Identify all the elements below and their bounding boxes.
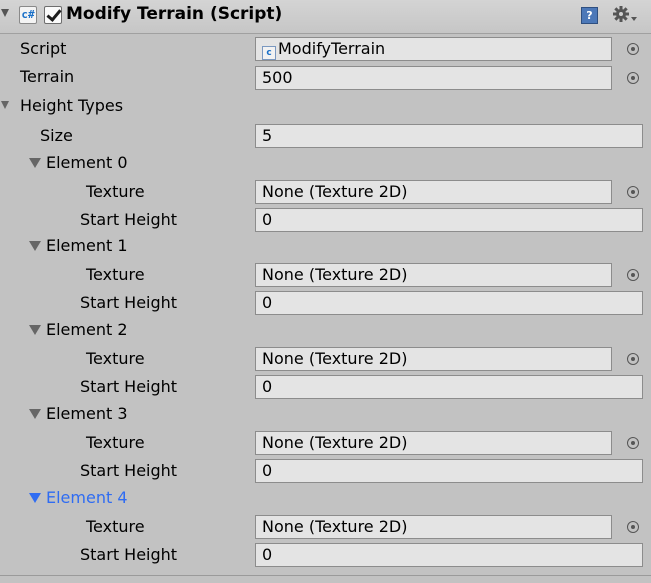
start-height-label: Start Height	[80, 210, 178, 229]
foldout-arrow-icon[interactable]	[1, 101, 9, 109]
texture-label: Texture	[86, 265, 145, 284]
script-value: ModifyTerrain	[278, 39, 386, 58]
script-file-icon: c	[262, 46, 276, 60]
element-label[interactable]: Element 3	[46, 404, 128, 424]
foldout-arrow-icon[interactable]	[29, 241, 41, 251]
foldout-arrow-icon[interactable]	[29, 158, 41, 168]
object-picker-icon[interactable]	[627, 353, 640, 366]
script-icon: c#	[19, 6, 37, 24]
element-label[interactable]: Element 1	[46, 236, 128, 256]
object-picker-icon[interactable]	[627, 43, 640, 56]
help-icon[interactable]: ?	[581, 7, 598, 24]
start-height-field[interactable]: 0	[255, 375, 643, 399]
object-picker-icon[interactable]	[627, 269, 640, 282]
enable-checkbox[interactable]	[44, 6, 62, 24]
texture-field[interactable]: None (Texture 2D)	[255, 347, 612, 371]
element-label-selected[interactable]: Element 4	[46, 488, 128, 508]
size-label: Size	[40, 126, 73, 145]
start-height-label: Start Height	[80, 293, 178, 312]
texture-label: Texture	[86, 182, 145, 201]
texture-label: Texture	[86, 349, 145, 368]
object-picker-icon[interactable]	[627, 437, 640, 450]
gear-icon[interactable]	[612, 4, 638, 26]
object-picker-icon[interactable]	[627, 521, 640, 534]
script-field[interactable]: c ModifyTerrain	[255, 37, 612, 61]
start-height-label: Start Height	[80, 377, 178, 396]
texture-field[interactable]: None (Texture 2D)	[255, 180, 612, 204]
start-height-label: Start Height	[80, 545, 178, 564]
foldout-arrow-icon[interactable]	[29, 493, 41, 503]
script-label: Script	[20, 39, 67, 58]
size-field[interactable]: 5	[255, 124, 643, 148]
inspector-panel: c# Modify Terrain (Script) ? Script c Mod…	[0, 0, 651, 583]
component-header[interactable]: c# Modify Terrain (Script) ?	[0, 0, 651, 34]
texture-label: Texture	[86, 433, 145, 452]
texture-field[interactable]: None (Texture 2D)	[255, 431, 612, 455]
component-title: Modify Terrain (Script)	[66, 4, 283, 24]
terrain-field[interactable]: 500	[255, 66, 612, 90]
divider	[0, 575, 651, 576]
start-height-field[interactable]: 0	[255, 459, 643, 483]
texture-field[interactable]: None (Texture 2D)	[255, 263, 612, 287]
element-label[interactable]: Element 2	[46, 320, 128, 340]
texture-label: Texture	[86, 517, 145, 536]
start-height-label: Start Height	[80, 461, 178, 480]
object-picker-icon[interactable]	[627, 186, 640, 199]
start-height-field[interactable]: 0	[255, 208, 643, 232]
foldout-arrow-icon[interactable]	[29, 325, 41, 335]
foldout-arrow-icon[interactable]	[29, 409, 41, 419]
object-picker-icon[interactable]	[627, 72, 640, 85]
height-types-label[interactable]: Height Types	[20, 96, 123, 116]
start-height-field[interactable]: 0	[255, 291, 643, 315]
collapse-arrow-icon[interactable]	[1, 9, 9, 17]
terrain-label: Terrain	[20, 67, 75, 86]
element-label[interactable]: Element 0	[46, 153, 128, 173]
texture-field[interactable]: None (Texture 2D)	[255, 515, 612, 539]
start-height-field[interactable]: 0	[255, 543, 643, 567]
